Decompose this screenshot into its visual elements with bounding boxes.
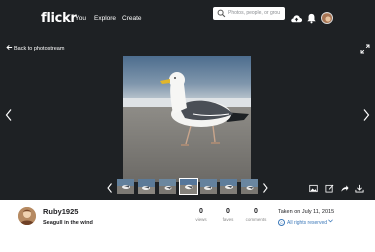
- download-icon[interactable]: [355, 184, 364, 193]
- expand-icon[interactable]: [360, 44, 370, 54]
- license-label: All rights reserved: [287, 220, 328, 226]
- comments-count: 0: [254, 208, 258, 215]
- photo-viewer: Back to photostream: [0, 38, 375, 200]
- share-icon[interactable]: [340, 184, 349, 193]
- chevron-down-icon: [328, 219, 334, 223]
- seagull-photo: [123, 56, 251, 182]
- owner-username[interactable]: Ruby1925: [43, 207, 78, 217]
- license-link[interactable]: c All rights reserved: [278, 219, 334, 228]
- flickr-logo[interactable]: flickr: [41, 8, 77, 30]
- search-icon: [217, 9, 226, 18]
- filmstrip-thumbnail-current[interactable]: [179, 178, 198, 195]
- back-to-photostream-link[interactable]: Back to photostream: [6, 44, 64, 54]
- photo-icon[interactable]: [309, 184, 318, 193]
- comments-stat: 0 comments: [239, 208, 273, 223]
- filmstrip-thumbnail[interactable]: [117, 179, 134, 194]
- copyright-icon: c: [278, 219, 285, 227]
- photo-title: Seagull in the wind: [43, 220, 93, 226]
- edit-icon[interactable]: [325, 184, 334, 193]
- back-label: Back to photostream: [14, 46, 65, 52]
- chevron-right-icon[interactable]: [361, 108, 371, 122]
- upload-cloud-icon[interactable]: [290, 12, 303, 25]
- filmstrip-thumbnail[interactable]: [241, 179, 258, 194]
- filmstrip-thumbnail[interactable]: [159, 179, 176, 194]
- nav-explore[interactable]: Explore: [94, 11, 116, 27]
- nav-you[interactable]: You: [75, 11, 86, 27]
- date-taken[interactable]: Taken on July 11, 2015: [278, 208, 334, 216]
- owner-avatar[interactable]: [18, 207, 36, 225]
- search-placeholder: Photos, people, or grou: [228, 10, 280, 16]
- filmstrip-thumbnail[interactable]: [138, 179, 155, 194]
- user-avatar[interactable]: [321, 12, 333, 24]
- notifications-bell-icon[interactable]: [305, 12, 318, 25]
- filmstrip-thumbnail[interactable]: [220, 179, 237, 194]
- main-photo[interactable]: [123, 56, 251, 182]
- filmstrip-thumbnail[interactable]: [200, 179, 217, 194]
- search-input[interactable]: Photos, people, or grou: [213, 7, 285, 20]
- owner-avatar-image: [18, 207, 36, 225]
- filmstrip-prev-icon[interactable]: [106, 182, 114, 194]
- filmstrip-next-icon[interactable]: [261, 182, 269, 194]
- chevron-left-icon[interactable]: [4, 108, 14, 122]
- comments-label: comments: [245, 217, 267, 222]
- nav-create[interactable]: Create: [122, 11, 142, 27]
- back-arrow-icon: [6, 44, 14, 54]
